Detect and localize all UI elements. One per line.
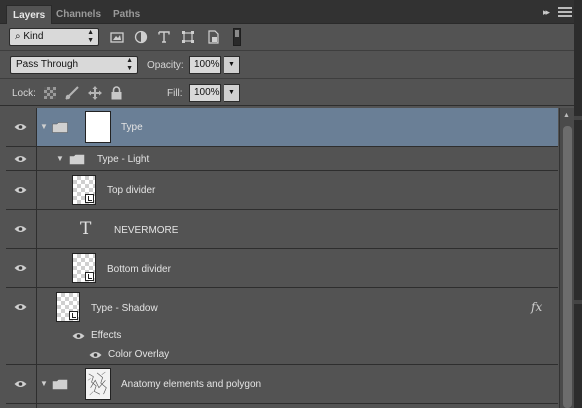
lock-position-icon[interactable] xyxy=(88,86,102,100)
layer-name: NEVERMORE xyxy=(114,225,179,236)
collapse-panel-icon[interactable]: ▸▸ xyxy=(543,7,550,18)
lock-label: Lock: xyxy=(12,88,36,99)
layer-row-type-shadow[interactable]: Type - Shadow fx Effects Color Overlay xyxy=(6,288,558,365)
fill-input[interactable]: 100% xyxy=(189,84,221,102)
text-layer-icon: T xyxy=(80,219,92,239)
layer-name: Type xyxy=(121,122,143,133)
layer-thumbnail xyxy=(72,253,96,283)
layer-thumbnail xyxy=(56,292,80,322)
expand-triangle-icon[interactable]: ▼ xyxy=(40,379,48,388)
opacity-label: Opacity: xyxy=(147,60,184,71)
layer-thumbnail xyxy=(85,111,111,143)
effect-color-overlay[interactable]: Color Overlay xyxy=(108,349,169,360)
layer-row-nevermore[interactable]: T NEVERMORE xyxy=(6,210,558,249)
search-icon: ⌕ xyxy=(15,31,21,42)
smart-object-filter-icon[interactable] xyxy=(206,30,220,44)
layer-row-anatomy[interactable]: ▼ Anatomy elements and polygon xyxy=(6,365,558,404)
expand-triangle-icon[interactable]: ▼ xyxy=(56,154,64,163)
eye-icon xyxy=(14,124,27,130)
eye-icon xyxy=(14,226,27,232)
adjustment-filter-icon[interactable] xyxy=(134,30,148,44)
layer-name: Bottom divider xyxy=(107,264,171,275)
filter-kind-select[interactable]: ⌕ Kind ▲ ▼ xyxy=(9,28,99,46)
visibility-toggle[interactable] xyxy=(6,404,37,408)
opacity-dropdown-button[interactable]: ▼ xyxy=(224,56,240,74)
visibility-toggle[interactable] xyxy=(6,365,37,403)
layer-name: Type - Light xyxy=(97,154,150,165)
visibility-toggle[interactable] xyxy=(6,171,37,209)
layer-row-top-divider[interactable]: Top divider xyxy=(6,171,558,210)
layer-filter-row: ⌕ Kind ▲ ▼ xyxy=(0,24,574,50)
tab-paths[interactable]: Paths xyxy=(107,5,146,24)
type-filter-icon[interactable] xyxy=(157,30,171,44)
lock-row: Lock: Fill: 100% ▼ xyxy=(0,78,574,106)
scroll-up-icon[interactable]: ▲ xyxy=(563,112,570,119)
tab-channels[interactable]: Channels xyxy=(50,5,107,24)
layers-list: ▼ Type ▼ Type - Light Top divider T NEVE… xyxy=(6,108,558,408)
effects-fx-icon[interactable]: fx xyxy=(531,300,542,314)
folder-icon xyxy=(52,379,68,390)
tab-layers[interactable]: Layers xyxy=(6,5,53,24)
lock-transparent-icon[interactable] xyxy=(44,87,56,99)
fill-dropdown-button[interactable]: ▼ xyxy=(224,84,240,102)
eye-icon xyxy=(14,265,27,271)
layer-row-type-light[interactable]: ▼ Type - Light xyxy=(6,147,558,171)
shape-filter-icon[interactable] xyxy=(181,30,195,44)
stepper-icon: ▲ ▼ xyxy=(87,29,94,44)
layer-thumbnail xyxy=(72,175,96,205)
eye-icon xyxy=(14,187,27,193)
scrollbar-thumb[interactable] xyxy=(563,126,572,408)
visibility-toggle[interactable] xyxy=(6,288,37,364)
visibility-toggle[interactable] xyxy=(6,147,37,170)
filter-toggle-icon[interactable] xyxy=(233,28,241,46)
layer-row-partial[interactable] xyxy=(6,404,558,408)
lock-all-icon[interactable] xyxy=(111,86,122,100)
layer-row-type[interactable]: ▼ Type xyxy=(6,108,558,147)
blend-mode-value: Pass Through xyxy=(16,59,79,70)
eye-icon xyxy=(14,156,27,162)
opacity-input[interactable]: 100% xyxy=(189,56,221,74)
layers-scrollbar[interactable]: ▲ xyxy=(559,108,574,408)
effects-label: Effects xyxy=(91,330,122,341)
blend-mode-select[interactable]: Pass Through ▲ ▼ xyxy=(10,56,138,74)
smart-object-badge-icon xyxy=(85,194,94,203)
smart-object-badge-icon xyxy=(69,311,78,320)
layers-panel: Layers Channels Paths ▸▸ ⌕ Kind ▲ ▼ Pass… xyxy=(0,0,582,408)
panel-dock-edge xyxy=(574,0,582,408)
layer-thumbnail xyxy=(85,368,111,400)
pixel-filter-icon[interactable] xyxy=(110,30,124,44)
effects-eye-icon[interactable] xyxy=(72,332,85,340)
fill-label: Fill: xyxy=(167,88,183,99)
folder-icon xyxy=(69,154,85,165)
stepper-icon: ▲ ▼ xyxy=(126,57,133,72)
layer-name: Top divider xyxy=(107,185,156,196)
expand-triangle-icon[interactable]: ▼ xyxy=(40,122,48,131)
folder-icon xyxy=(52,122,68,133)
visibility-toggle[interactable] xyxy=(6,249,37,287)
panel-menu-icon[interactable] xyxy=(558,7,572,17)
eye-icon xyxy=(14,381,27,387)
lock-image-icon[interactable] xyxy=(64,86,80,100)
eye-icon xyxy=(14,304,27,310)
visibility-toggle[interactable] xyxy=(6,108,37,146)
layer-name: Anatomy elements and polygon xyxy=(121,379,262,390)
blend-row: Pass Through ▲ ▼ Opacity: 100% ▼ xyxy=(0,50,574,78)
layer-name: Type - Shadow xyxy=(91,303,158,314)
panel-tab-bar: Layers Channels Paths ▸▸ xyxy=(0,0,582,24)
color-overlay-eye-icon[interactable] xyxy=(89,351,102,359)
visibility-toggle[interactable] xyxy=(6,210,37,248)
layer-row-bottom-divider[interactable]: Bottom divider xyxy=(6,249,558,288)
filter-kind-label: Kind xyxy=(23,31,44,42)
smart-object-badge-icon xyxy=(85,272,94,281)
